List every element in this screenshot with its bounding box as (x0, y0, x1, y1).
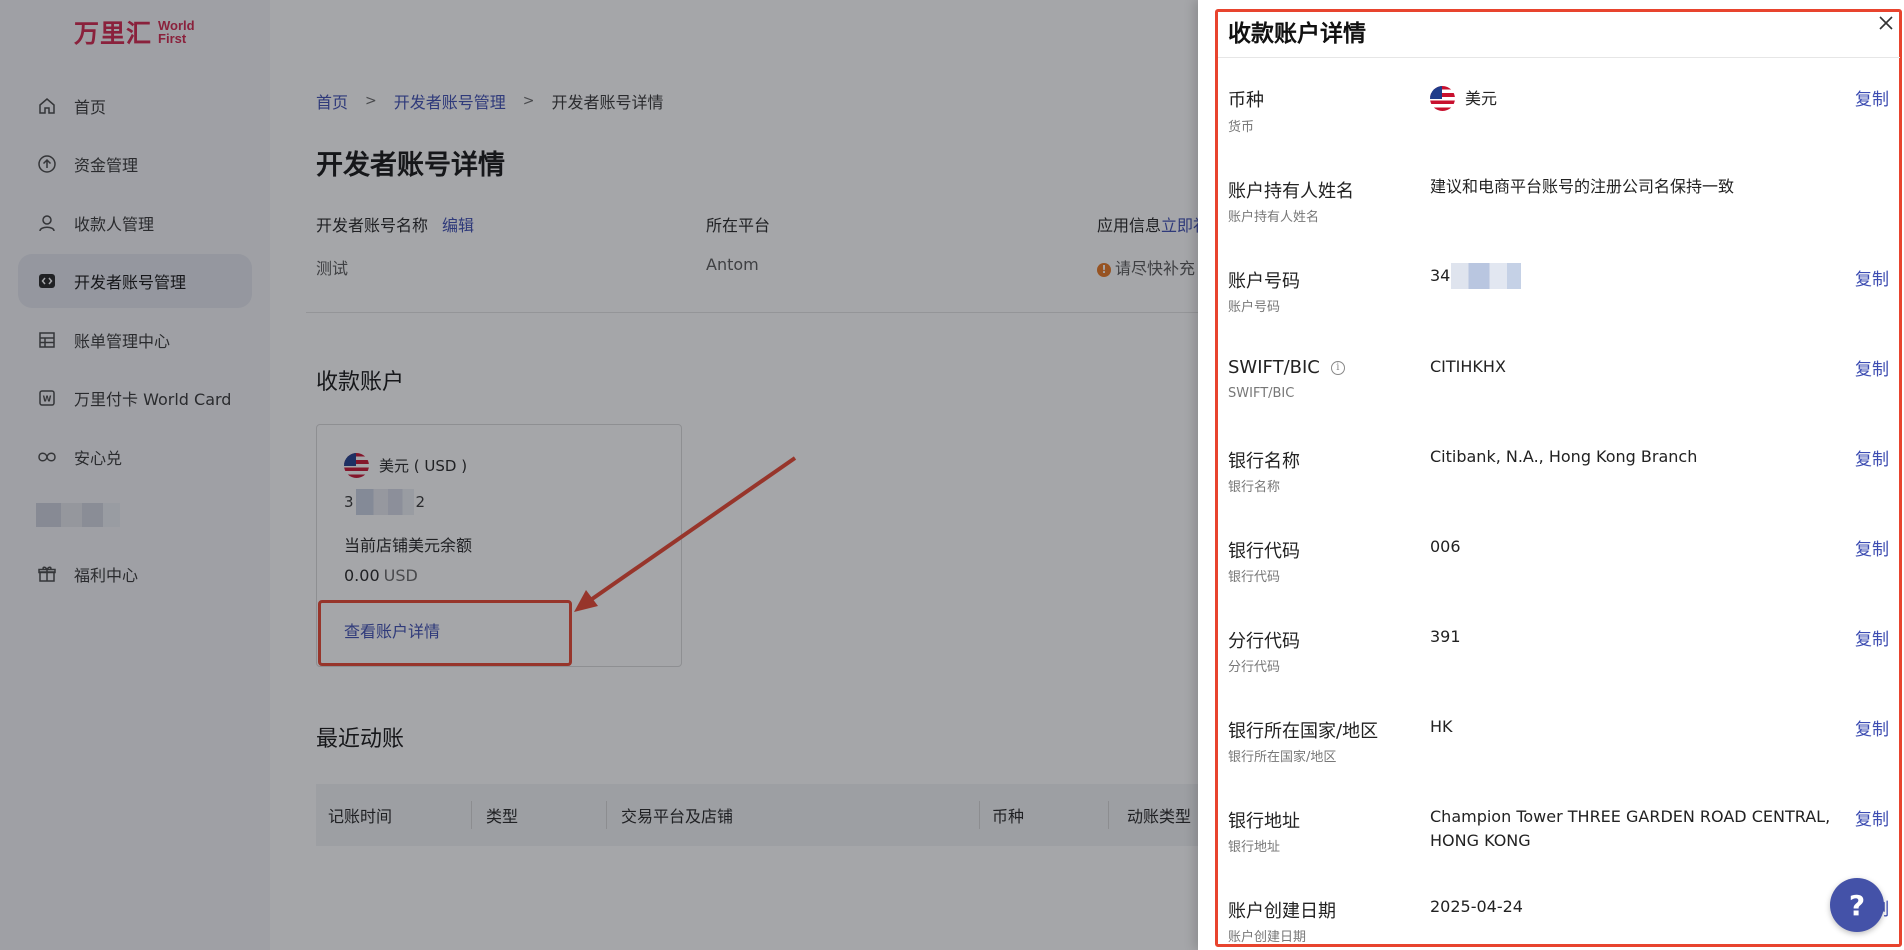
bank-country-sublabel: 银行所在国家/地区 (1228, 750, 1337, 765)
swift-value: CITIHKHX (1430, 357, 1506, 376)
copy-bank-address-button[interactable]: 复制 (1855, 805, 1889, 830)
us-flag-icon (1430, 86, 1455, 111)
copy-swift-button[interactable]: 复制 (1855, 355, 1889, 380)
account-number-sublabel: 账户号码 (1228, 300, 1281, 315)
copy-bank-code-button[interactable]: 复制 (1855, 535, 1889, 560)
bank-name-value: Citibank, N.A., Hong Kong Branch (1430, 447, 1698, 466)
bank-country-label: 银行所在国家/地区 (1228, 721, 1379, 742)
help-button[interactable]: ? (1830, 878, 1884, 932)
branch-code-label: 分行代码 (1228, 631, 1300, 652)
close-icon[interactable] (1878, 12, 1894, 37)
modal-overlay[interactable] (0, 0, 1198, 950)
account-number-value: 34 (1430, 263, 1522, 289)
account-holder-label: 账户持有人姓名 (1228, 181, 1354, 202)
info-icon[interactable]: i (1330, 360, 1345, 375)
copy-bank-country-button[interactable]: 复制 (1855, 715, 1889, 740)
copy-account-number-button[interactable]: 复制 (1855, 265, 1889, 290)
bank-name-sublabel: 银行名称 (1228, 480, 1281, 495)
drawer-divider (1218, 57, 1900, 58)
created-date-value: 2025-04-24 (1430, 897, 1523, 916)
branch-code-value: 391 (1430, 627, 1461, 646)
currency-label: 币种 (1228, 90, 1264, 111)
currency-sublabel: 货币 (1228, 120, 1255, 135)
bank-name-label: 银行名称 (1228, 451, 1300, 472)
branch-code-sublabel: 分行代码 (1228, 660, 1281, 675)
bank-address-label: 银行地址 (1228, 811, 1300, 832)
account-number-label: 账户号码 (1228, 271, 1300, 292)
bank-address-value: Champion Tower THREE GARDEN ROAD CENTRAL… (1430, 807, 1831, 850)
copy-currency-button[interactable]: 复制 (1855, 85, 1889, 110)
bank-code-value: 006 (1430, 537, 1461, 556)
bank-code-label: 银行代码 (1228, 541, 1300, 562)
swift-label: SWIFT/BIC i (1228, 357, 1345, 378)
bank-address-sublabel: 银行地址 (1228, 840, 1281, 855)
drawer-title: 收款账户详情 (1228, 21, 1366, 47)
bank-code-sublabel: 银行代码 (1228, 570, 1281, 585)
redacted-account-number (1451, 263, 1522, 289)
currency-value: 美元 (1430, 86, 1497, 111)
copy-branch-code-button[interactable]: 复制 (1855, 625, 1889, 650)
created-date-label: 账户创建日期 (1228, 901, 1336, 922)
bank-country-value: HK (1430, 717, 1453, 736)
created-date-sublabel: 账户创建日期 (1228, 930, 1307, 945)
account-holder-sublabel: 账户持有人姓名 (1228, 210, 1320, 225)
swift-sublabel: SWIFT/BIC (1228, 386, 1295, 401)
account-holder-value: 建议和电商平台账号的注册公司名保持一致 (1430, 177, 1735, 196)
copy-bank-name-button[interactable]: 复制 (1855, 445, 1889, 470)
